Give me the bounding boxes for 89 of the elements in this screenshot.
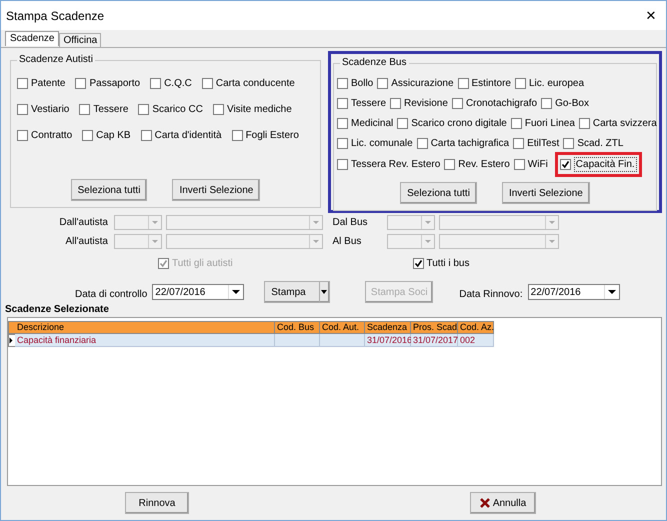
caret-icon — [604, 285, 619, 299]
checkbox[interactable]: EtilTest — [513, 137, 560, 150]
caret-icon — [309, 235, 322, 248]
group-button[interactable]: Seleziona tutti — [400, 182, 477, 204]
field-label: Data di controllo — [75, 289, 148, 300]
dropdown[interactable] — [438, 215, 558, 230]
checkbox[interactable]: Passaporto — [75, 77, 140, 90]
table-cell — [320, 334, 365, 347]
group-button[interactable]: Seleziona tutti — [70, 179, 148, 201]
field-label: Data Rinnovo: — [459, 289, 523, 300]
field-label: All'autista — [64, 236, 108, 247]
cross-icon — [480, 498, 490, 508]
checkbox[interactable]: Carta d'identità — [140, 129, 222, 142]
checkbox[interactable]: Medicinal — [337, 117, 394, 130]
dropdown[interactable] — [386, 234, 434, 249]
checkbox[interactable]: Fuori Linea — [510, 117, 575, 130]
checkbox[interactable]: Cronotachigrafo — [452, 97, 538, 110]
checkbox[interactable]: Vestiario — [17, 103, 70, 116]
check-icon — [159, 259, 168, 268]
caret-icon — [319, 282, 328, 302]
window-title: Stampa Scadenze — [6, 8, 104, 22]
checkbox[interactable]: Tessera Rev. Estero — [337, 157, 440, 172]
checkbox[interactable]: Carta conducente — [202, 77, 295, 90]
column-header[interactable]: Cod. Az. — [458, 321, 494, 334]
checkbox[interactable]: Visite mediche — [212, 103, 292, 116]
field-label: Dal Bus — [332, 217, 369, 228]
table-cell: 002 — [458, 334, 494, 347]
checkbox[interactable]: Tessere — [79, 103, 128, 116]
group-title: Scadenze Autisti — [17, 54, 95, 65]
column-header[interactable]: Pros. Scad. — [411, 321, 458, 334]
checkbox[interactable]: Fogli Estero — [232, 129, 299, 142]
print-button[interactable]: Stampa — [264, 281, 330, 303]
column-header[interactable]: Scadenza — [365, 321, 411, 334]
checkbox[interactable]: Tessere — [337, 97, 386, 110]
checkbox[interactable]: Estintore — [458, 77, 511, 90]
column-header[interactable]: Cod. Aut. — [320, 321, 365, 334]
check-icon — [560, 160, 570, 169]
checkbox[interactable]: Lic. comunale — [337, 137, 413, 150]
dropdown[interactable] — [438, 234, 558, 249]
checkbox[interactable]: Rev. Estero — [444, 157, 510, 172]
renew-button[interactable]: Rinnova — [125, 492, 189, 514]
checkbox[interactable]: Contratto — [17, 129, 72, 142]
caret-icon — [544, 216, 558, 229]
caret-icon — [420, 216, 434, 229]
group-button[interactable]: Inverti Selezione — [502, 182, 590, 204]
checkbox[interactable]: Carta tachigrafica — [416, 137, 510, 150]
table-cell: 31/07/2016 — [365, 334, 411, 347]
cancel-button[interactable]: Annulla — [470, 492, 536, 514]
caret-icon — [544, 235, 558, 248]
close-button[interactable]: ✕ — [636, 2, 666, 30]
date-field[interactable]: 22/07/2016 — [152, 284, 244, 300]
table-cell: Capacità finanziaria — [15, 334, 275, 347]
caret-icon — [309, 216, 322, 229]
check-icon — [414, 259, 422, 268]
table-cell — [275, 334, 320, 347]
field-label: Al Bus — [332, 236, 362, 247]
caret-icon — [148, 216, 161, 229]
row-pointer-icon — [9, 335, 13, 346]
checkbox[interactable]: Cap KB — [82, 129, 131, 142]
checkbox[interactable]: Assicurazione — [377, 77, 454, 90]
caret-icon — [148, 235, 161, 248]
checkbox[interactable]: Go-Box — [541, 97, 589, 110]
tab[interactable]: Officina — [59, 33, 102, 47]
section-title: Scadenze Selezionate — [5, 304, 110, 315]
checkbox[interactable]: Carta svizzera — [578, 117, 657, 130]
tab[interactable]: Scadenze — [5, 31, 60, 46]
checkbox[interactable]: WiFi — [514, 157, 548, 172]
checkbox[interactable]: Lic. europea — [514, 77, 584, 90]
checkbox[interactable]: Bollo — [337, 77, 374, 90]
checkbox[interactable]: Revisione — [390, 97, 448, 110]
dropdown[interactable] — [166, 234, 323, 249]
table-cell: 31/07/2017 — [411, 334, 458, 347]
caret-icon — [420, 235, 434, 248]
dropdown[interactable] — [166, 215, 323, 230]
field-label: Dall'autista — [58, 217, 108, 228]
checkbox[interactable]: Patente — [17, 77, 66, 90]
date-field[interactable]: 22/07/2016 — [528, 284, 620, 300]
checkbox[interactable]: Scarico CC — [138, 103, 203, 116]
group-button[interactable]: Inverti Selezione — [172, 179, 260, 201]
column-header[interactable]: Cod. Bus — [275, 321, 320, 334]
checkbox[interactable]: Scad. ZTL — [563, 137, 624, 150]
dropdown[interactable] — [114, 215, 162, 230]
checkbox[interactable]: Tutti i bus — [412, 257, 612, 270]
checkbox[interactable]: C.Q.C — [150, 77, 192, 90]
column-header[interactable]: Descrizione — [15, 321, 275, 334]
dropdown[interactable] — [114, 234, 162, 249]
checkbox[interactable]: Scarico crono digitale — [397, 117, 507, 130]
dropdown[interactable] — [386, 215, 434, 230]
group-title: Scadenze Bus — [340, 57, 408, 68]
